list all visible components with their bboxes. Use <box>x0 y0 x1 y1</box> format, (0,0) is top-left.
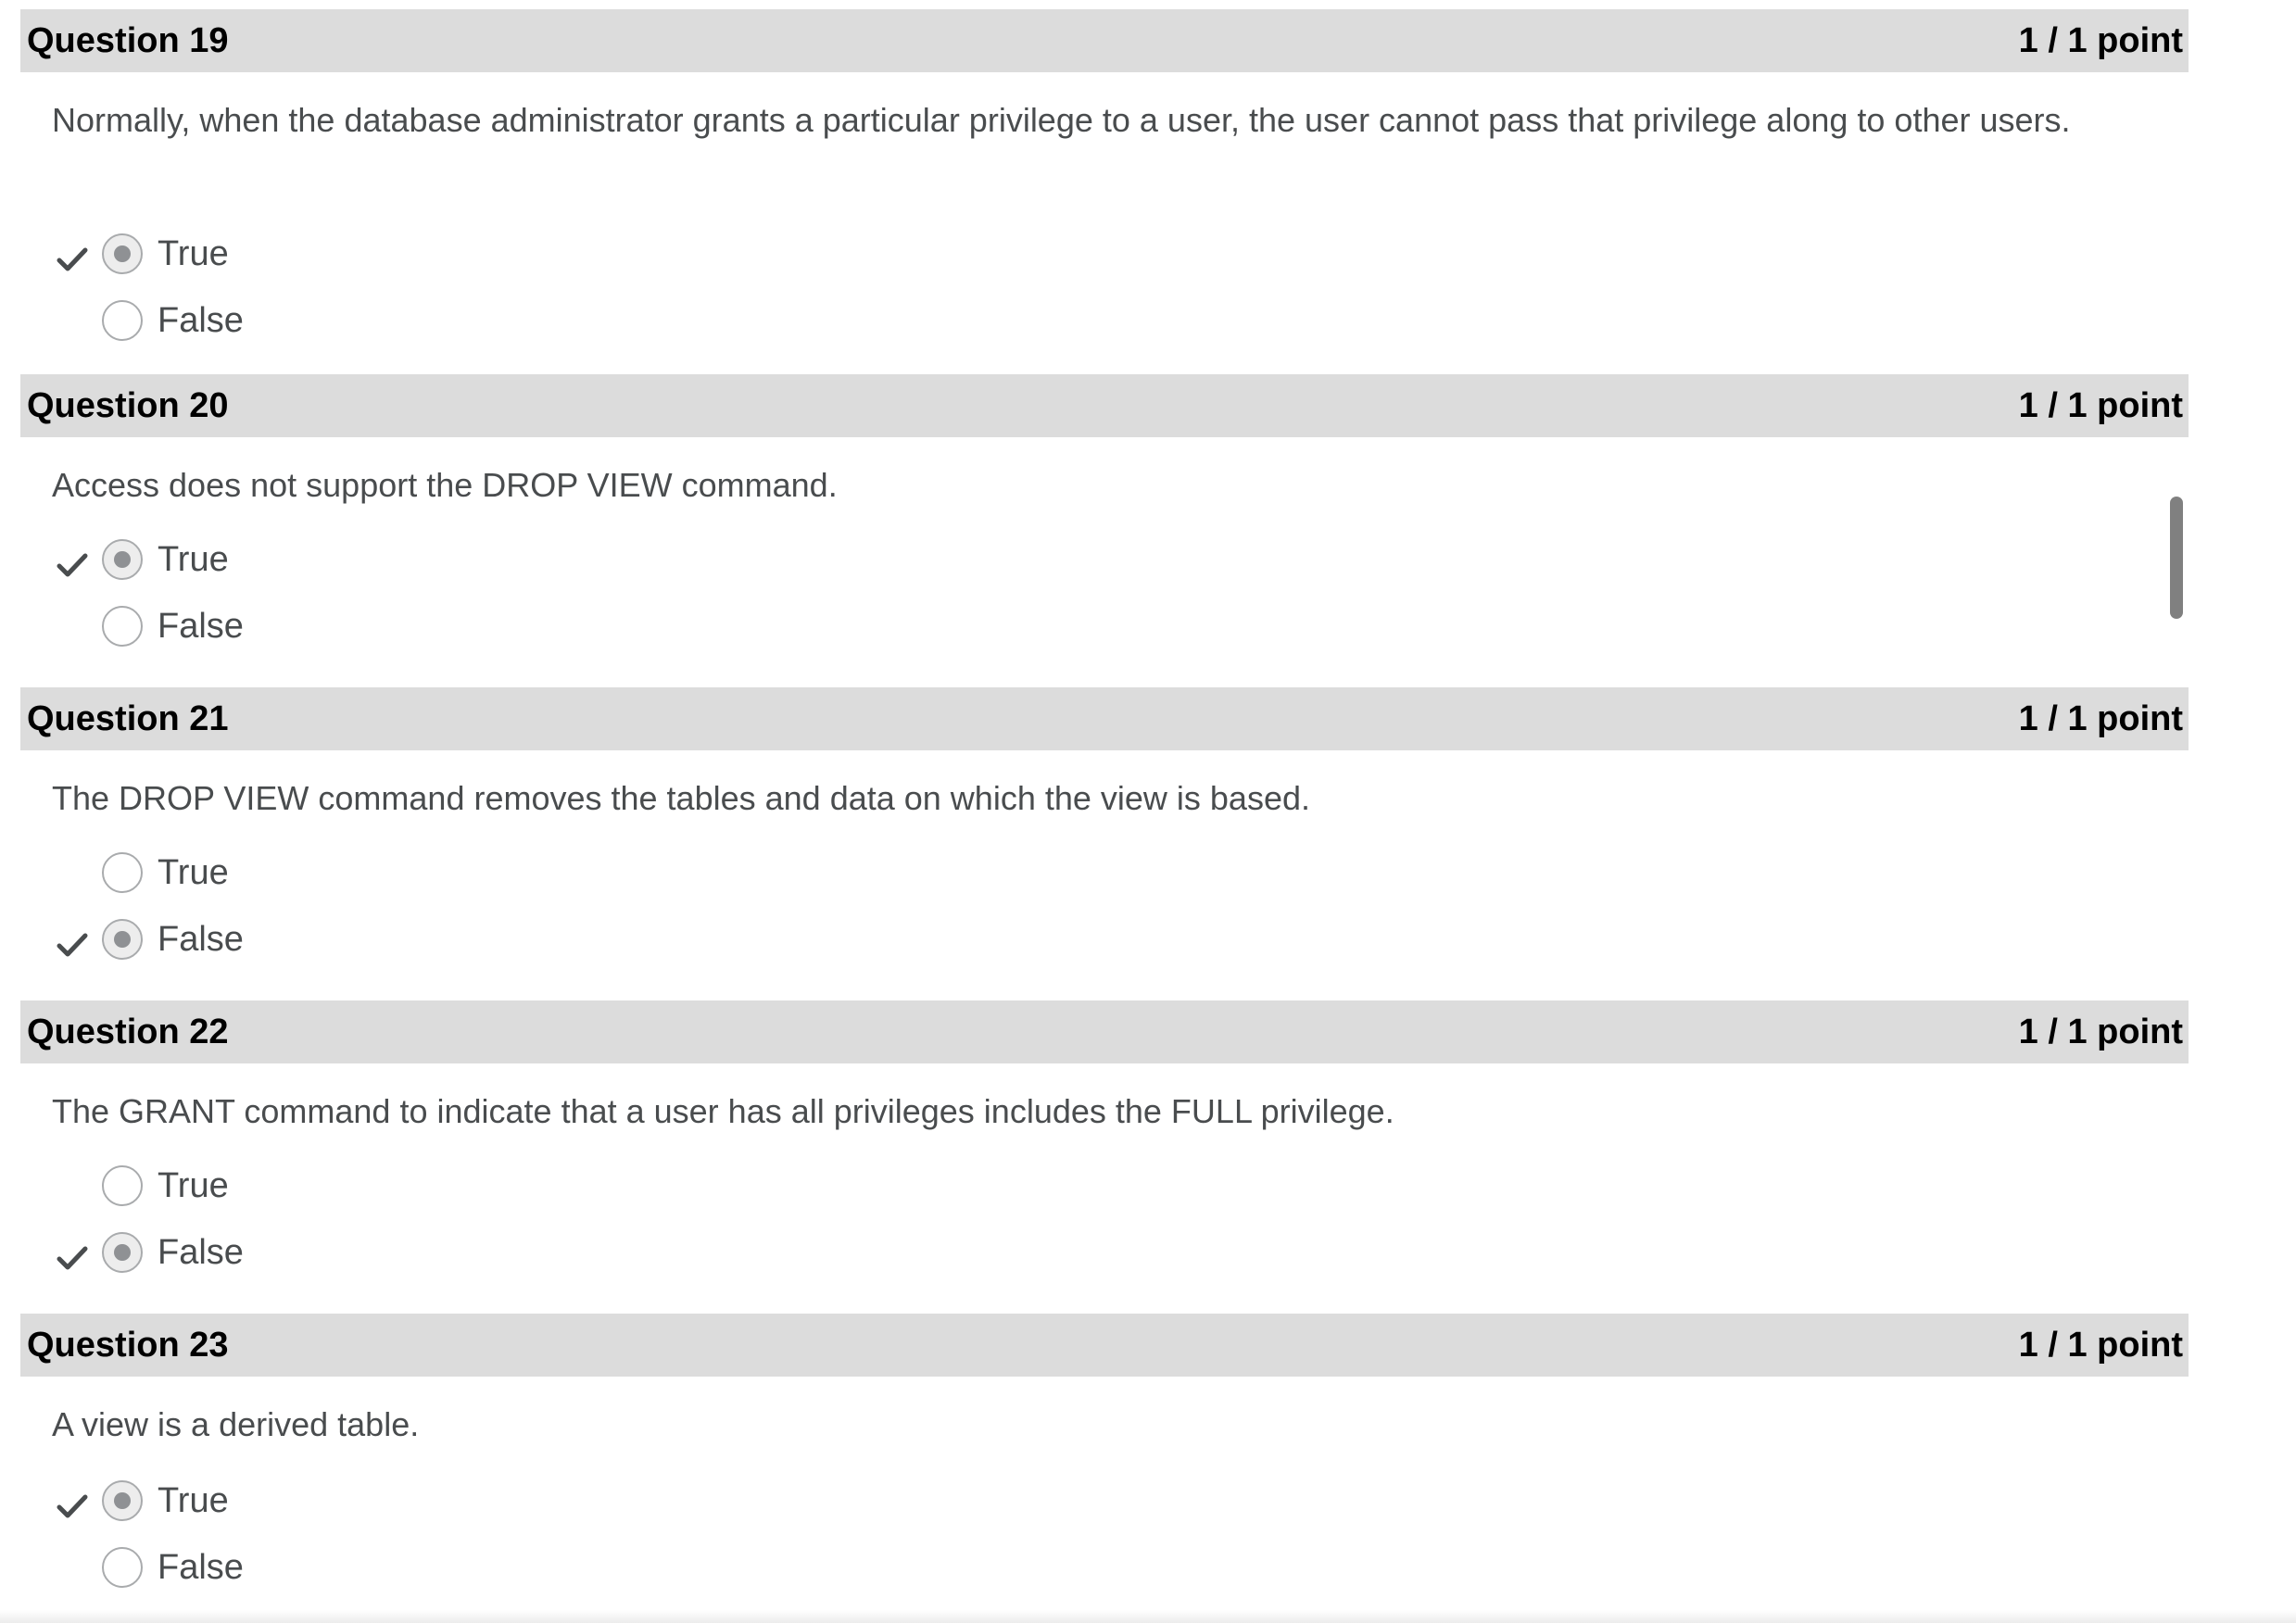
question-score: 1 / 1 point <box>2018 20 2183 60</box>
checkmark-icon <box>56 1490 89 1523</box>
checkmark-icon <box>56 548 89 582</box>
option-true[interactable]: True <box>0 849 556 904</box>
option-false[interactable]: False <box>0 1543 556 1599</box>
checkmark-icon <box>56 243 89 276</box>
question-header: Question 21 1 / 1 point <box>20 687 2189 750</box>
option-label: False <box>158 301 244 340</box>
question-19: Question 19 1 / 1 point Normally, when t… <box>0 9 2296 371</box>
question-21: Question 21 1 / 1 point The DROP VIEW co… <box>0 687 2296 993</box>
option-false[interactable]: False <box>0 915 556 971</box>
option-false[interactable]: False <box>0 296 556 352</box>
question-header: Question 23 1 / 1 point <box>20 1314 2189 1377</box>
option-label: True <box>158 540 229 579</box>
radio-button[interactable] <box>102 606 143 647</box>
question-23: Question 23 1 / 1 point A view is a deri… <box>0 1314 2296 1610</box>
option-label: False <box>158 1548 244 1587</box>
option-label: True <box>158 853 229 892</box>
radio-button[interactable] <box>102 539 143 580</box>
option-false[interactable]: False <box>0 602 556 658</box>
option-label: True <box>158 234 229 273</box>
question-title: Question 22 <box>27 1012 229 1051</box>
question-text: The DROP VIEW command removes the tables… <box>52 779 1310 817</box>
checkmark-icon <box>56 928 89 962</box>
question-score: 1 / 1 point <box>2018 698 2183 738</box>
question-score: 1 / 1 point <box>2018 1012 2183 1051</box>
question-header: Question 22 1 / 1 point <box>20 1000 2189 1063</box>
radio-button[interactable] <box>102 1547 143 1588</box>
radio-button[interactable] <box>102 1480 143 1521</box>
radio-button[interactable] <box>102 300 143 341</box>
option-label: False <box>158 1233 244 1272</box>
radio-button[interactable] <box>102 233 143 274</box>
bottom-divider <box>0 1610 2296 1623</box>
question-score: 1 / 1 point <box>2018 1325 2183 1365</box>
checkmark-icon <box>56 1241 89 1275</box>
option-true[interactable]: True <box>0 1162 556 1217</box>
question-text: A view is a derived table. <box>52 1405 420 1443</box>
question-title: Question 21 <box>27 698 229 738</box>
option-true[interactable]: True <box>0 1477 556 1532</box>
radio-button[interactable] <box>102 1232 143 1273</box>
option-label: False <box>158 920 244 959</box>
radio-button[interactable] <box>102 919 143 960</box>
option-true[interactable]: True <box>0 230 556 285</box>
question-text: Access does not support the DROP VIEW co… <box>52 466 838 504</box>
question-header: Question 19 1 / 1 point <box>20 9 2189 72</box>
option-label: True <box>158 1481 229 1520</box>
radio-button[interactable] <box>102 852 143 893</box>
option-false[interactable]: False <box>0 1228 556 1284</box>
question-title: Question 20 <box>27 385 229 425</box>
radio-button[interactable] <box>102 1165 143 1206</box>
question-22: Question 22 1 / 1 point The GRANT comman… <box>0 1000 2296 1306</box>
question-title: Question 23 <box>27 1325 229 1365</box>
question-header: Question 20 1 / 1 point <box>20 374 2189 437</box>
question-20: Question 20 1 / 1 point Access does not … <box>0 374 2296 680</box>
scrollbar-thumb[interactable] <box>2170 497 2183 619</box>
option-label: True <box>158 1166 229 1205</box>
quiz-review: Question 19 1 / 1 point Normally, when t… <box>0 0 2296 1623</box>
question-score: 1 / 1 point <box>2018 385 2183 425</box>
option-label: False <box>158 607 244 646</box>
question-text: Normally, when the database administrato… <box>52 101 2071 139</box>
question-title: Question 19 <box>27 20 229 60</box>
option-true[interactable]: True <box>0 535 556 591</box>
question-text: The GRANT command to indicate that a use… <box>52 1092 1394 1130</box>
